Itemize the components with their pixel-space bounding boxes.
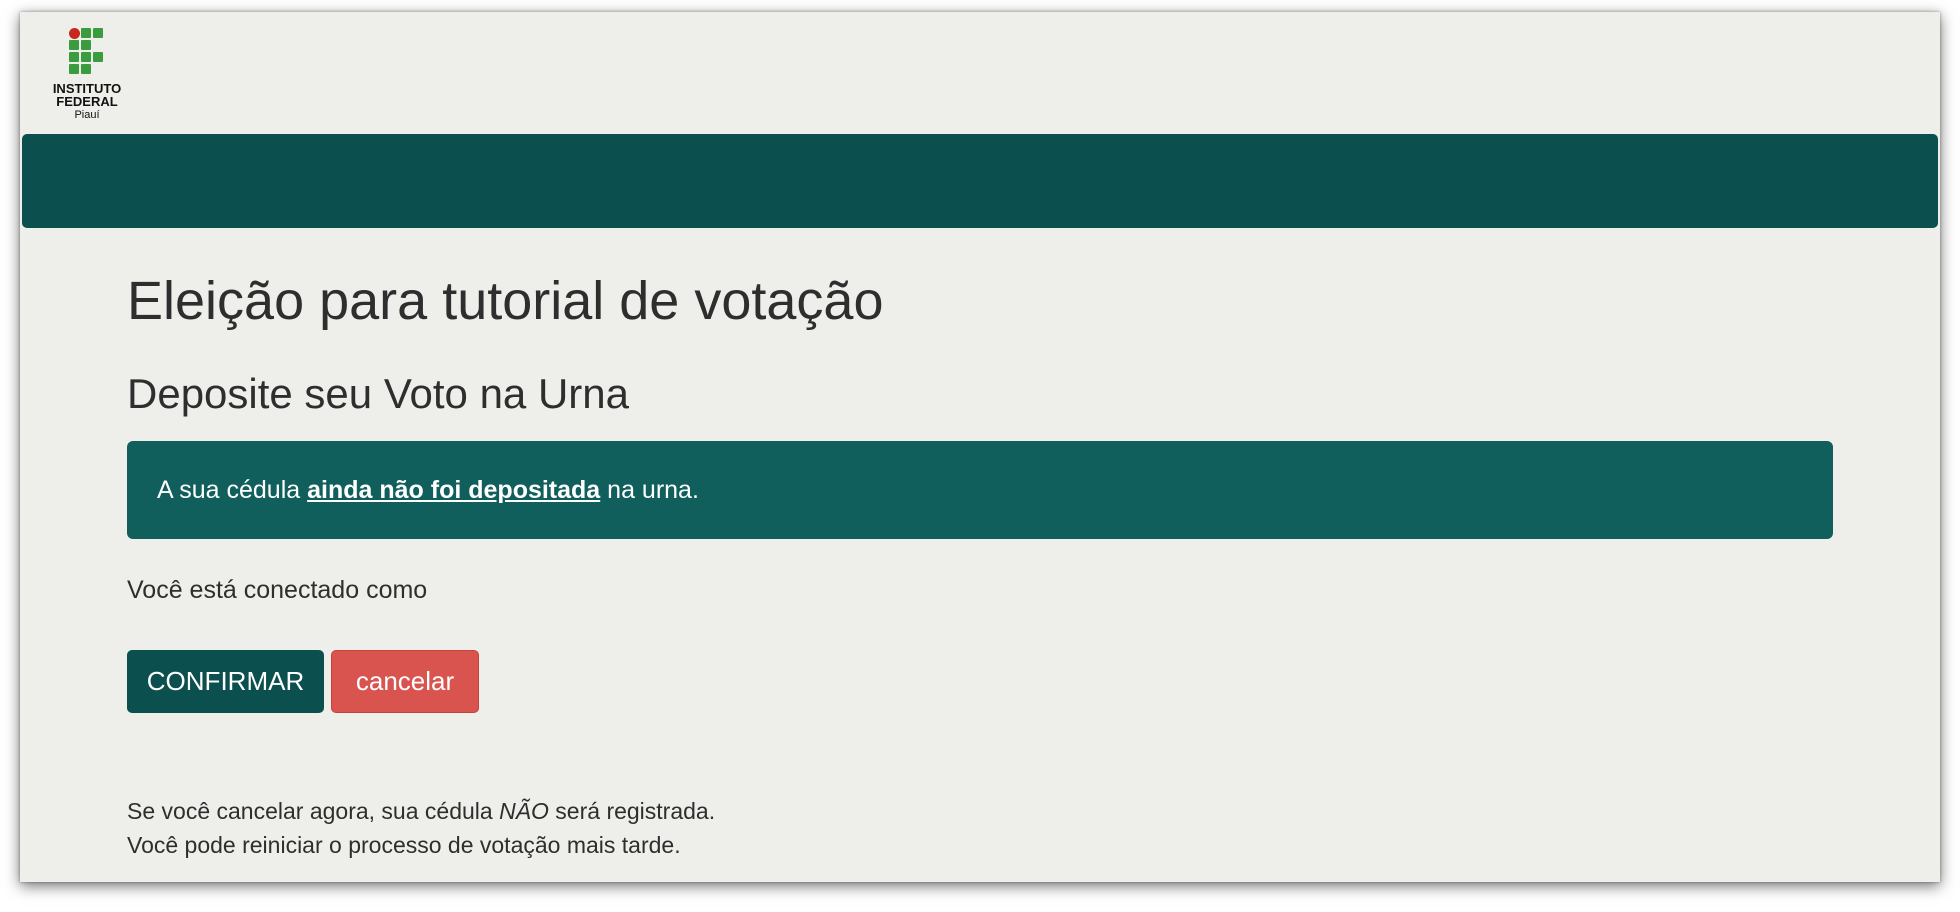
- note-emphasis: NÃO: [499, 798, 549, 824]
- alert-emphasis: ainda não foi depositada: [307, 476, 601, 504]
- restart-info-note: Você pode reiniciar o processo de votaçã…: [127, 832, 681, 858]
- alert-prefix: A sua cédula: [157, 476, 308, 504]
- browser-window: INSTITUTO FEDERAL Piauí Eleição para tut…: [20, 12, 1940, 882]
- logo-text-line3: Piauí: [74, 109, 100, 121]
- ballot-status-alert: A sua cédula ainda não foi depositada na…: [127, 441, 1833, 539]
- note-prefix: Se você cancelar agora, sua cédula: [127, 798, 500, 824]
- cancel-button[interactable]: cancelar: [331, 650, 479, 713]
- connected-as-text: Você está conectado como: [127, 576, 428, 604]
- alert-suffix: na urna.: [600, 476, 699, 504]
- logo-mark-icon: [69, 28, 109, 78]
- note-suffix: será registrada.: [548, 798, 716, 824]
- confirm-button[interactable]: CONFIRMAR: [127, 650, 324, 713]
- cancel-warning-note: Se você cancelar agora, sua cédula NÃO s…: [127, 798, 715, 825]
- page-subtitle: Deposite seu Voto na Urna: [127, 370, 629, 417]
- logo-text-line2: FEDERAL: [56, 94, 118, 109]
- top-navbar: [22, 134, 1938, 228]
- page-title: Eleição para tutorial de votação: [127, 271, 884, 331]
- institution-logo[interactable]: INSTITUTO FEDERAL Piauí: [47, 28, 127, 128]
